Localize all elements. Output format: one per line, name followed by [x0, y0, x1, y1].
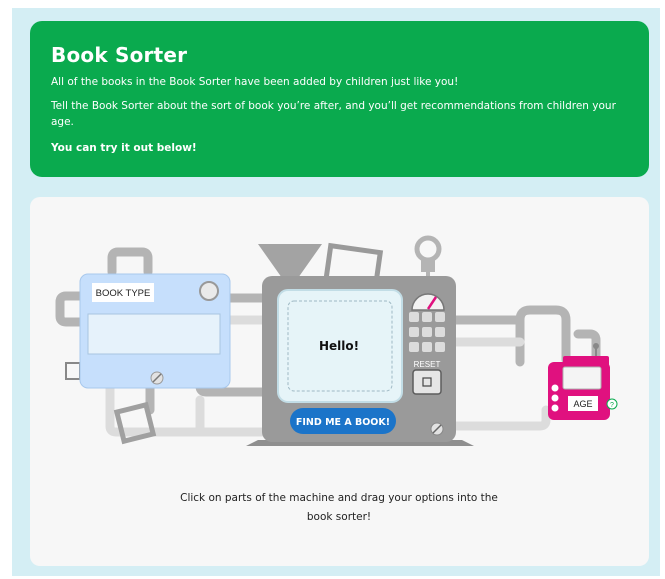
screen-text: Hello!: [319, 339, 359, 353]
book-type-module[interactable]: BOOK TYPE: [79, 273, 231, 389]
intro-banner: Book Sorter All of the books in the Book…: [30, 21, 649, 177]
intro-text: All of the books in the Book Sorter have…: [51, 76, 459, 88]
keypad[interactable]: [409, 312, 445, 352]
screw-icon: [150, 371, 164, 385]
reset-button[interactable]: [412, 369, 442, 395]
find-button-label: FIND ME A BOOK!: [296, 417, 390, 428]
funnel: [258, 244, 322, 278]
page-title: Book Sorter: [51, 43, 188, 67]
loose-square-small: [65, 362, 81, 380]
description-text: Tell the Book Sorter about the sort of b…: [51, 100, 616, 128]
find-me-a-book-button[interactable]: FIND ME A BOOK!: [290, 408, 396, 434]
dial-icon: [199, 281, 219, 301]
reset-label: RESET: [414, 360, 441, 369]
age-module[interactable]: AGE ?: [548, 343, 618, 420]
bulb-icon: [414, 235, 442, 280]
book-sorter-machine: BOOK TYPE Hello! RESET FIND ME A BOOK! A…: [55, 235, 618, 446]
age-help-text: ?: [610, 402, 614, 409]
screw-icon: [430, 422, 444, 436]
age-label: AGE: [573, 399, 592, 409]
book-type-label: BOOK TYPE: [96, 288, 151, 299]
cta-text: You can try it out below!: [51, 142, 197, 154]
instructions-text: Click on parts of the machine and drag y…: [180, 492, 498, 523]
